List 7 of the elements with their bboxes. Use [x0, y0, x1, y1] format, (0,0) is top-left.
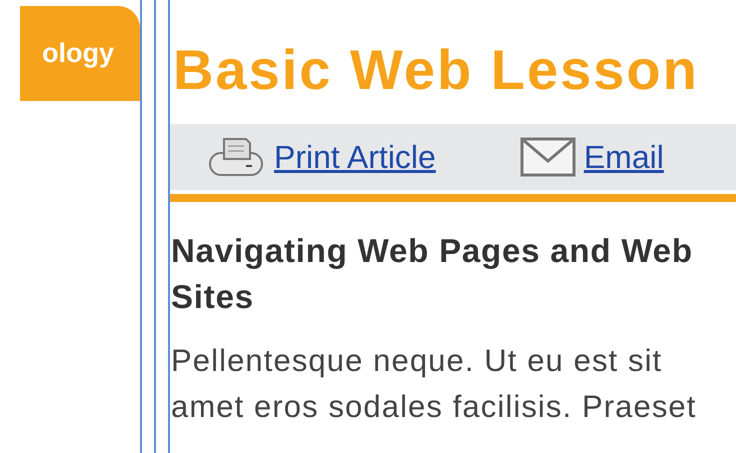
print-link[interactable]: Print Article — [274, 138, 436, 176]
page-title: Basic Web Lesson — [173, 38, 700, 102]
email-link[interactable]: Email — [584, 138, 664, 176]
envelope-icon — [520, 137, 576, 177]
printer-icon — [206, 135, 266, 179]
article-paragraph: Pellentesque neque. Ut eu est sit amet eros sodales facilisis. Praeset — [171, 342, 698, 426]
article-heading: Navigating Web Pages and Web Sites — [171, 231, 694, 317]
